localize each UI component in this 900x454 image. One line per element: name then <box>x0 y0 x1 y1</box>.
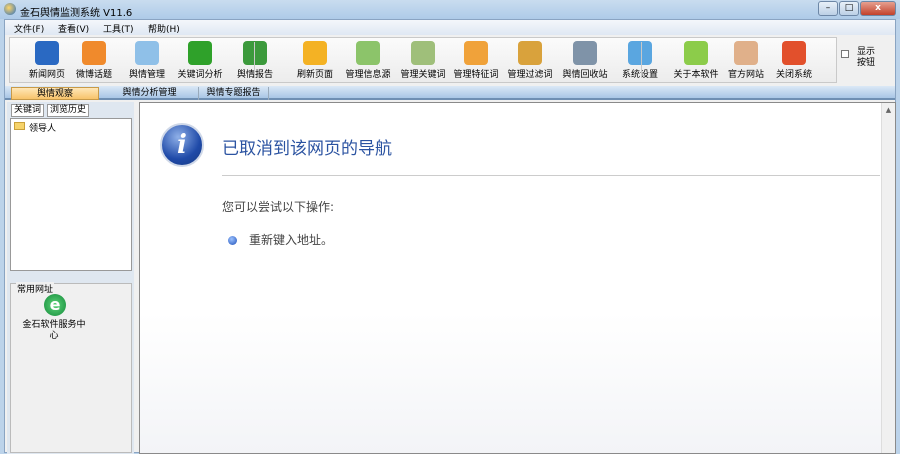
site-link[interactable]: 金石软件服务中心 <box>19 320 89 342</box>
main-window: 文件(F) 查看(V) 工具(T) 帮助(H) 新闻网页 微博话题 舆情管理 关键词分… <box>4 19 896 454</box>
bullet-icon <box>228 236 237 245</box>
toolbar-button-label: 管理特征词 <box>453 70 499 80</box>
maximize-button[interactable]: □ <box>839 1 859 16</box>
keyword-tree: 领导人 <box>10 118 132 271</box>
tree-item[interactable]: 领导人 <box>29 121 56 134</box>
show-buttons-checkbox[interactable] <box>841 50 849 58</box>
tab-observe[interactable]: 舆情观察 <box>11 87 99 100</box>
recycle-bin-icon <box>573 41 597 65</box>
tab-analysis[interactable]: 舆情分析管理 <box>101 87 199 100</box>
monitor-icon <box>628 41 652 65</box>
menu-file[interactable]: 文件(F) <box>14 22 44 35</box>
toolbar-separator <box>641 42 642 78</box>
favorite-sites: 常用网址 e 金石软件服务中心 <box>10 282 132 453</box>
toolbar-button-label: 刷新页面 <box>296 70 333 80</box>
toolbar-button-label: 舆情管理 <box>128 70 165 80</box>
close-button[interactable]: x <box>860 1 896 16</box>
ie-icon[interactable]: e <box>44 294 66 316</box>
toolbar-button-label: 关键词分析 <box>177 70 223 80</box>
toolbar-button-label: 系统设置 <box>621 70 658 80</box>
toolbar-button-folder[interactable]: 管理过滤词 <box>503 40 557 82</box>
menu-tools[interactable]: 工具(T) <box>103 22 134 35</box>
toolbar-button-label: 舆情回收站 <box>562 70 608 80</box>
toolbar-button-news[interactable]: 新闻网页 <box>20 40 74 82</box>
menu-bar: 文件(F) 查看(V) 工具(T) 帮助(H) <box>5 20 895 35</box>
app-logo-icon <box>4 3 16 15</box>
menu-view[interactable]: 查看(V) <box>58 22 89 35</box>
page-title: 已取消到该网页的导航 <box>222 139 392 159</box>
left-panel: 关键词 浏览历史 领导人 常用网址 e 金石软件服务中心 <box>7 102 134 454</box>
toolbar-button-label: 官方网站 <box>727 70 764 80</box>
toolbar-button-label: 管理信息源 <box>345 70 391 80</box>
toolbar: 新闻网页微博话题 舆情管理 关键词分析舆情报告 刷新页面 管理信息源管理关键词管理特征词… <box>9 37 837 83</box>
show-buttons-label: 显示按钮 <box>857 47 876 68</box>
tab-history[interactable]: 浏览历史 <box>47 104 90 117</box>
toolbar-button-card[interactable]: 管理特征词 <box>449 40 503 82</box>
tab-keywords[interactable]: 关键词 <box>11 104 45 117</box>
minimize-button[interactable]: – <box>818 1 838 16</box>
close-circle-icon <box>782 41 806 65</box>
toolbar-button-bar-chart[interactable]: 关键词分析 <box>173 40 227 82</box>
toolbar-button-label: 管理过滤词 <box>507 70 553 80</box>
toolbar-button-monitor[interactable]: 系统设置 <box>613 40 667 82</box>
vertical-scrollbar[interactable]: ▲ <box>881 103 895 453</box>
star-icon <box>303 41 327 65</box>
folder-icon <box>518 41 542 65</box>
divider <box>222 175 880 176</box>
toolbar-button-home[interactable]: 官方网站 <box>719 40 773 82</box>
toolbar-button-label: 关闭系统 <box>775 70 812 80</box>
scroll-up-icon[interactable]: ▲ <box>882 106 895 114</box>
menu-help[interactable]: 帮助(H) <box>148 22 180 35</box>
sites-title: 常用网址 <box>16 282 55 295</box>
info-icon: i <box>160 123 204 167</box>
window-title: 金石舆情监测系统 V11.6 <box>20 8 133 19</box>
toolbar-button-close-circle[interactable]: 关闭系统 <box>767 40 821 82</box>
suggestion-heading: 您可以尝试以下操作: <box>222 200 335 214</box>
toolbar-button-label: 关于本软件 <box>673 70 719 80</box>
folder-icon <box>14 122 25 130</box>
excel-icon <box>243 41 267 65</box>
toolbar-button-star[interactable]: 刷新页面 <box>288 40 342 82</box>
rss-icon <box>82 41 106 65</box>
toolbar-button-rss[interactable]: 微博话题 <box>67 40 121 82</box>
news-icon <box>35 41 59 65</box>
toolbar-button-table[interactable]: 管理关键词 <box>396 40 450 82</box>
title-bar: 金石舆情监测系统 V11.6 – □ x <box>0 0 900 19</box>
browser-content: i 已取消到该网页的导航 您可以尝试以下操作: 重新键入地址。 ▲ <box>139 102 896 454</box>
toolbar-button-cabinet[interactable]: 管理信息源 <box>341 40 395 82</box>
toolbar-button-chat-bubble[interactable]: 关于本软件 <box>669 40 723 82</box>
chat-bubble-icon <box>684 41 708 65</box>
toolbar-button-label: 管理关键词 <box>400 70 446 80</box>
toolbar-button-label: 舆情报告 <box>228 67 282 80</box>
main-tabs: 舆情观察 舆情分析管理 舆情专题报告 <box>5 86 895 100</box>
toolbar-button-excel[interactable]: 舆情报告 <box>228 40 282 82</box>
cabinet-icon <box>356 41 380 65</box>
card-icon <box>464 41 488 65</box>
tab-report[interactable]: 舆情专题报告 <box>199 87 269 100</box>
bar-chart-icon <box>188 41 212 65</box>
toolbar-separator <box>254 42 255 78</box>
home-icon <box>734 41 758 65</box>
suggestion-item: 重新键入地址。 <box>249 233 334 247</box>
document-icon <box>135 41 159 65</box>
toolbar-button-document[interactable]: 舆情管理 <box>120 40 174 82</box>
toolbar-button-recycle-bin[interactable]: 舆情回收站 <box>558 40 612 82</box>
toolbar-button-label: 微博话题 <box>75 70 112 80</box>
table-icon <box>411 41 435 65</box>
toolbar-button-label: 新闻网页 <box>28 70 65 80</box>
